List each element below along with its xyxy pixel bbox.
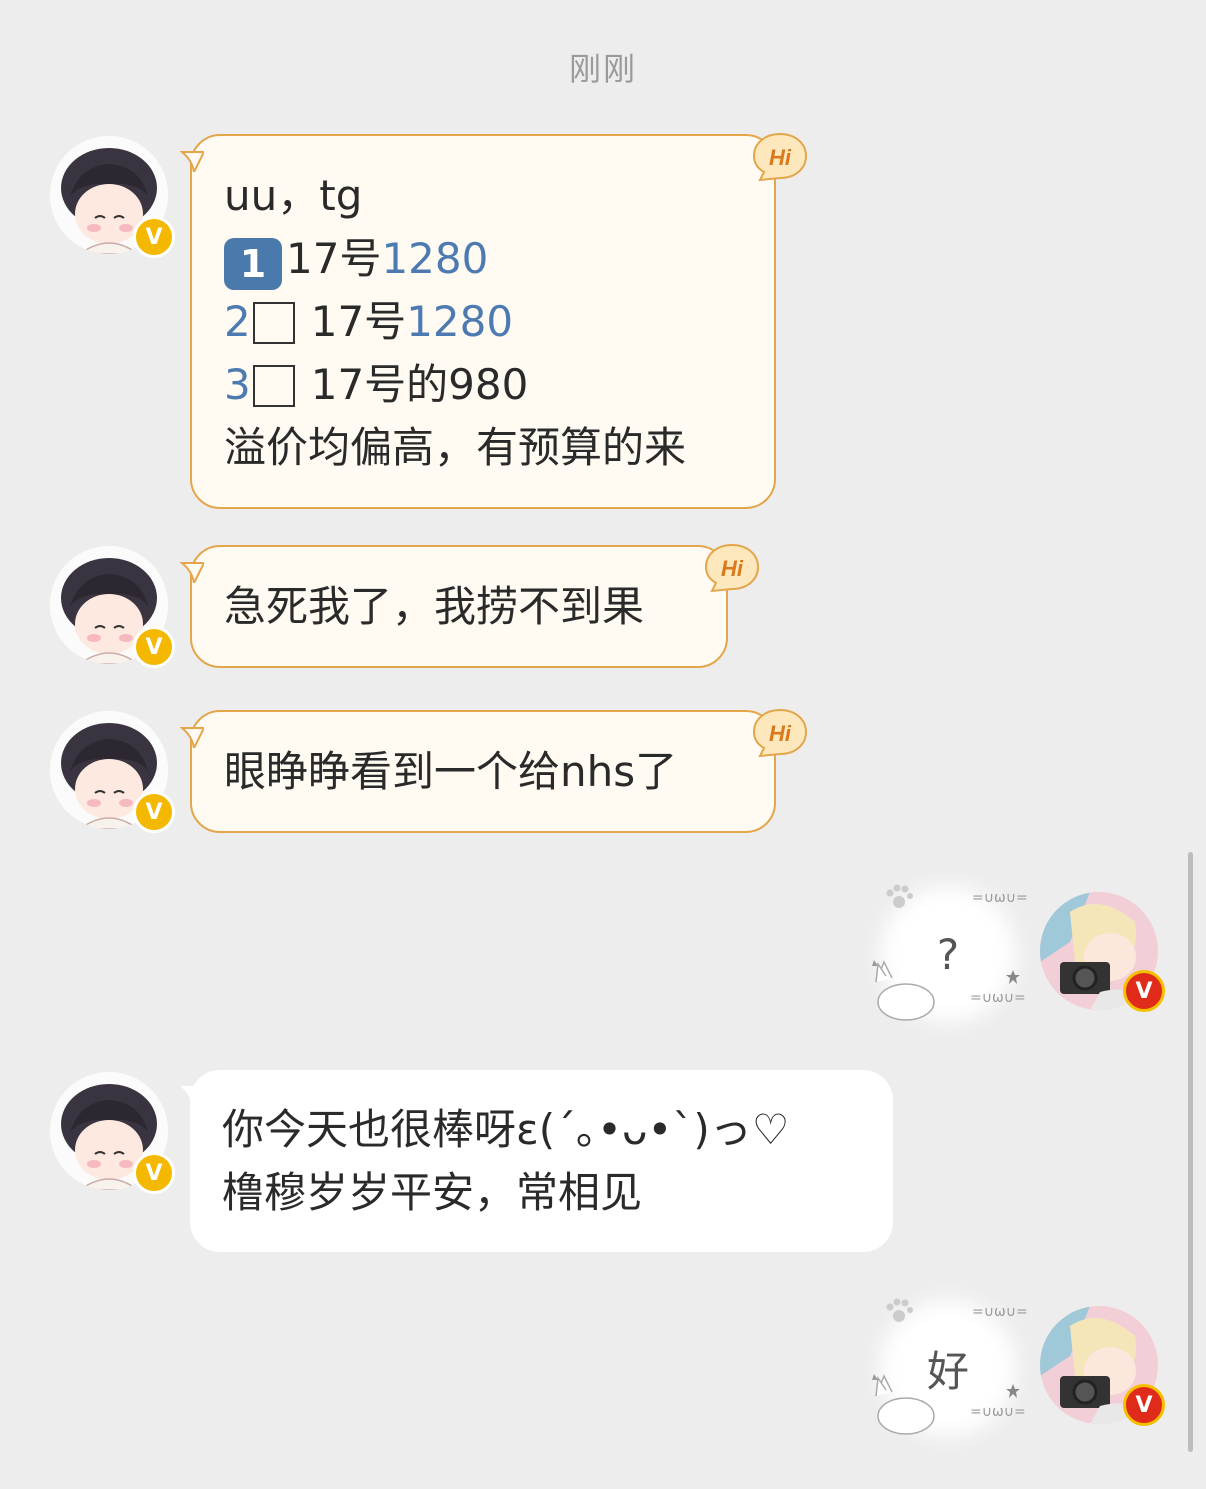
price-text: 1280 — [406, 297, 514, 346]
bunny-face-decoration: =∪ω∪= — [970, 990, 1026, 1006]
message-text: 橹穆岁岁平安，常相见 — [222, 1168, 643, 1217]
paw-print-icon — [886, 1298, 913, 1322]
message-bubble[interactable]: 眼睁睁看到一个给nhs了 — [180, 710, 776, 833]
sticker-message[interactable]: 好 =∪ω∪= =∪ω∪= — [860, 1280, 1030, 1450]
verified-badge-icon: V — [133, 791, 175, 833]
keycap-one-icon: 1 — [224, 238, 282, 290]
message-text: 急死我了，我捞不到果 — [224, 582, 645, 631]
sender-avatar[interactable]: V — [50, 546, 175, 668]
message-text: 17号的980 — [310, 360, 529, 409]
message-text: 17号 — [310, 297, 407, 346]
list-number: 2 — [224, 297, 251, 346]
message-text: uu，tg — [224, 171, 363, 220]
verified-badge-icon: V — [1123, 1384, 1165, 1426]
sticker-message[interactable]: ? =∪ω∪= =∪ω∪= — [860, 866, 1030, 1036]
bubble-tail-icon — [180, 727, 204, 748]
verified-badge-icon: V — [133, 216, 175, 258]
hi-badge-icon: Hi — [752, 708, 808, 758]
cat-sticker-icon — [872, 960, 935, 1021]
paw-print-icon — [886, 884, 913, 908]
missing-glyph-box-icon — [252, 302, 295, 344]
message-bubble[interactable]: uu，tg 1 17号1280 2 17号1280 3 17号的980 溢价均偏高，有… — [180, 134, 776, 509]
message-line: 你今天也很棒呀ε(´｡•ᴗ•`)っ♡ — [222, 1098, 861, 1161]
verified-badge-icon: V — [1123, 970, 1165, 1012]
message-line: uu，tg — [224, 164, 742, 227]
hi-badge-label: Hi — [769, 145, 792, 170]
hi-badge-label: Hi — [769, 721, 792, 746]
message-line: 橹穆岁岁平安，常相见 — [222, 1161, 861, 1224]
my-avatar[interactable]: V — [1040, 1306, 1165, 1426]
bubble-tail-icon — [180, 1086, 202, 1106]
hi-badge-icon: Hi — [752, 132, 808, 182]
hi-badge-icon: Hi — [704, 543, 760, 593]
bunny-face-decoration: =∪ω∪= — [972, 1304, 1028, 1320]
bubble-tail-icon — [180, 562, 204, 583]
message-line: 3 17号的980 — [224, 353, 742, 416]
cat-sticker-icon — [872, 1374, 935, 1435]
message-bubble[interactable]: 急死我了，我捞不到果 — [180, 545, 728, 668]
list-number: 3 — [224, 360, 251, 409]
message-text: 你今天也很棒呀ε(´｡•ᴗ•`)っ♡ — [222, 1105, 790, 1154]
message-line: 2 17号1280 — [224, 290, 742, 353]
star-icon — [1006, 1384, 1020, 1398]
bubble-tail-icon — [180, 151, 204, 172]
missing-glyph-box-icon — [252, 365, 295, 407]
sender-avatar[interactable]: V — [50, 711, 175, 833]
star-icon — [1006, 970, 1020, 984]
scrollbar[interactable] — [1188, 852, 1193, 1452]
sender-avatar[interactable]: V — [50, 136, 175, 258]
message-bubble[interactable]: 你今天也很棒呀ε(´｡•ᴗ•`)っ♡ 橹穆岁岁平安，常相见 — [180, 1070, 893, 1252]
timestamp: 刚刚 — [568, 50, 637, 88]
bunny-face-decoration: =∪ω∪= — [972, 890, 1028, 906]
verified-badge-icon: V — [133, 1152, 175, 1194]
price-text: 1280 — [381, 234, 489, 283]
verified-badge-icon: V — [133, 626, 175, 668]
sender-avatar[interactable]: V — [50, 1072, 175, 1194]
message-line: 急死我了，我捞不到果 — [224, 575, 694, 638]
bunny-face-decoration: =∪ω∪= — [970, 1404, 1026, 1420]
message-line: 溢价均偏高，有预算的来 — [224, 416, 742, 479]
message-text: 溢价均偏高，有预算的来 — [224, 423, 687, 472]
my-avatar[interactable]: V — [1040, 892, 1165, 1012]
message-line: 眼睁睁看到一个给nhs了 — [224, 740, 742, 803]
message-text: 眼睁睁看到一个给nhs了 — [224, 747, 678, 796]
message-text: 17号 — [286, 234, 382, 283]
message-line: 1 17号1280 — [224, 227, 742, 290]
hi-badge-label: Hi — [721, 556, 744, 581]
